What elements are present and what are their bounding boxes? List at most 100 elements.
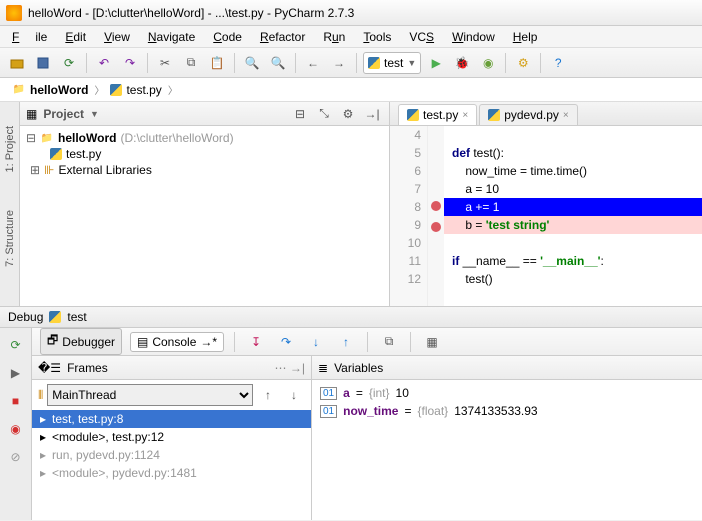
layout-icon[interactable]: ▦ (421, 331, 443, 353)
coverage-button[interactable]: ◉ (477, 52, 499, 74)
help-icon[interactable]: ? (547, 52, 569, 74)
copy-icon[interactable]: ⧉ (180, 52, 202, 74)
frames-header: �☰ Frames ⋯ →| (32, 356, 311, 380)
chevron-down-icon: ▼ (407, 58, 416, 68)
stop-icon[interactable]: ■ (5, 390, 27, 412)
tab-debugger[interactable]: 🗗 Debugger (40, 328, 122, 355)
expand-icon[interactable]: ⊟ (26, 131, 36, 145)
main-toolbar: ⟳ ↶ ↷ ✂ ⧉ 📋 🔍 🔍 ← → test ▼ ▶ 🐞 ◉ ⚙ ? (0, 48, 702, 78)
resume-icon[interactable]: ▶ (5, 362, 27, 384)
undo-icon[interactable]: ↶ (93, 52, 115, 74)
open-icon[interactable] (6, 52, 28, 74)
expand-icon[interactable]: ⊞ (30, 163, 40, 177)
hide-icon[interactable]: →| (361, 103, 383, 125)
window-title: helloWord - [D:\clutter\helloWord] - ...… (28, 6, 354, 20)
tree-root-path: (D:\clutter\helloWord) (120, 131, 233, 145)
tab-structure[interactable]: 7: Structure (2, 206, 18, 271)
chevron-right-icon: 〉 (168, 82, 178, 97)
breakpoint-gutter[interactable] (428, 126, 444, 306)
run-config-combo[interactable]: test ▼ (363, 52, 421, 74)
frame-row[interactable]: ▸run, pydevd.py:1124 (32, 446, 311, 464)
debug-config-name: test (67, 310, 86, 324)
menu-window[interactable]: Window (444, 28, 503, 46)
menu-run[interactable]: Run (315, 28, 353, 46)
tree-external-libs[interactable]: ⊞ ⊪ External Libraries (26, 162, 383, 178)
app-icon (6, 5, 22, 21)
collapse-icon[interactable]: ⤡ (313, 103, 335, 125)
menu-view[interactable]: View (96, 28, 138, 46)
back-icon[interactable]: ← (302, 52, 324, 74)
debug-label: Debug (8, 310, 43, 324)
menu-vcs[interactable]: VCS (401, 28, 442, 46)
tab-test-py[interactable]: test.py × (398, 104, 477, 125)
var-icon: 01 (320, 405, 337, 418)
step-into-icon[interactable]: ↓ (305, 331, 327, 353)
view-breakpoints-icon[interactable]: ◉ (5, 418, 27, 440)
more-icon[interactable]: ⋯ (275, 361, 287, 375)
replace-icon[interactable]: 🔍 (267, 52, 289, 74)
frames-icon: �☰ (38, 361, 61, 375)
close-icon[interactable]: × (462, 110, 468, 121)
scroll-from-source-icon[interactable]: ⊟ (289, 103, 311, 125)
code-area[interactable]: 456789101112 def test(): now_time = time… (390, 126, 702, 306)
breakpoint-icon[interactable] (431, 201, 441, 211)
tab-console[interactable]: ▤ Console →* (130, 332, 224, 352)
show-execution-point-icon[interactable]: ↧ (245, 331, 267, 353)
menu-navigate[interactable]: Navigate (140, 28, 203, 46)
project-panel-header: ▦ Project ▼ ⊟ ⤡ ⚙ →| (20, 102, 389, 126)
mute-breakpoints-icon[interactable]: ⊘ (5, 446, 27, 468)
chevron-down-icon[interactable]: ▼ (90, 109, 99, 119)
menu-code[interactable]: Code (205, 28, 250, 46)
menu-tools[interactable]: Tools (355, 28, 399, 46)
tab-project[interactable]: 1: Project (2, 122, 18, 176)
python-file-icon (49, 311, 61, 323)
code-lines[interactable]: def test(): now_time = time.time() a = 1… (444, 126, 702, 306)
variable-row[interactable]: 01 now_time = {float} 1374133533.93 (320, 402, 694, 420)
crumb-root[interactable]: 📁 helloWord (8, 83, 92, 97)
thread-icon: ⦀ (38, 388, 43, 403)
tree-root[interactable]: ⊟ 📁 helloWord (D:\clutter\helloWord) (26, 130, 383, 146)
step-over-icon[interactable]: ↷ (275, 331, 297, 353)
debug-sidebar: ⟳ ▶ ■ ◉ ⊘ (0, 328, 32, 520)
var-name: now_time (343, 404, 398, 418)
prev-frame-icon[interactable]: ↑ (257, 384, 279, 406)
menu-refactor[interactable]: Refactor (252, 28, 313, 46)
project-tool-icon: ▦ (26, 107, 37, 121)
frame-row[interactable]: ▸test, test.py:8 (32, 410, 311, 428)
step-out-icon[interactable]: ↑ (335, 331, 357, 353)
menubar: File Edit View Navigate Code Refactor Ru… (0, 26, 702, 48)
tab-label: pydevd.py (504, 108, 559, 122)
titlebar: helloWord - [D:\clutter\helloWord] - ...… (0, 0, 702, 26)
save-icon[interactable] (32, 52, 54, 74)
paste-icon[interactable]: 📋 (206, 52, 228, 74)
frame-icon: ▸ (40, 430, 46, 444)
variables-header: ≣ Variables (312, 356, 702, 380)
variable-row[interactable]: 01 a = {int} 10 (320, 384, 694, 402)
forward-icon[interactable]: → (328, 52, 350, 74)
menu-help[interactable]: Help (505, 28, 546, 46)
frame-row[interactable]: ▸<module>, pydevd.py:1481 (32, 464, 311, 482)
crumb-file[interactable]: test.py (106, 83, 165, 97)
find-icon[interactable]: 🔍 (241, 52, 263, 74)
menu-file[interactable]: File (4, 28, 55, 46)
debug-button[interactable]: 🐞 (451, 52, 473, 74)
sync-icon[interactable]: ⟳ (58, 52, 80, 74)
run-button[interactable]: ▶ (425, 52, 447, 74)
menu-edit[interactable]: Edit (57, 28, 94, 46)
next-frame-icon[interactable]: ↓ (283, 384, 305, 406)
thread-dropdown[interactable]: MainThread (47, 384, 253, 406)
redo-icon[interactable]: ↷ (119, 52, 141, 74)
frame-row[interactable]: ▸<module>, test.py:12 (32, 428, 311, 446)
evaluate-icon[interactable]: ⧉ (378, 331, 400, 353)
tree-file[interactable]: test.py (26, 146, 383, 162)
hide-icon[interactable]: →| (290, 361, 305, 375)
breakpoint-icon[interactable] (431, 222, 441, 232)
close-icon[interactable]: × (563, 110, 569, 121)
tab-pydevd-py[interactable]: pydevd.py × (479, 104, 578, 125)
frame-icon: ▸ (40, 412, 46, 426)
rerun-icon[interactable]: ⟳ (5, 334, 27, 356)
cut-icon[interactable]: ✂ (154, 52, 176, 74)
gear-icon[interactable]: ⚙ (337, 103, 359, 125)
crumb-file-label: test.py (126, 83, 161, 97)
settings-icon[interactable]: ⚙ (512, 52, 534, 74)
